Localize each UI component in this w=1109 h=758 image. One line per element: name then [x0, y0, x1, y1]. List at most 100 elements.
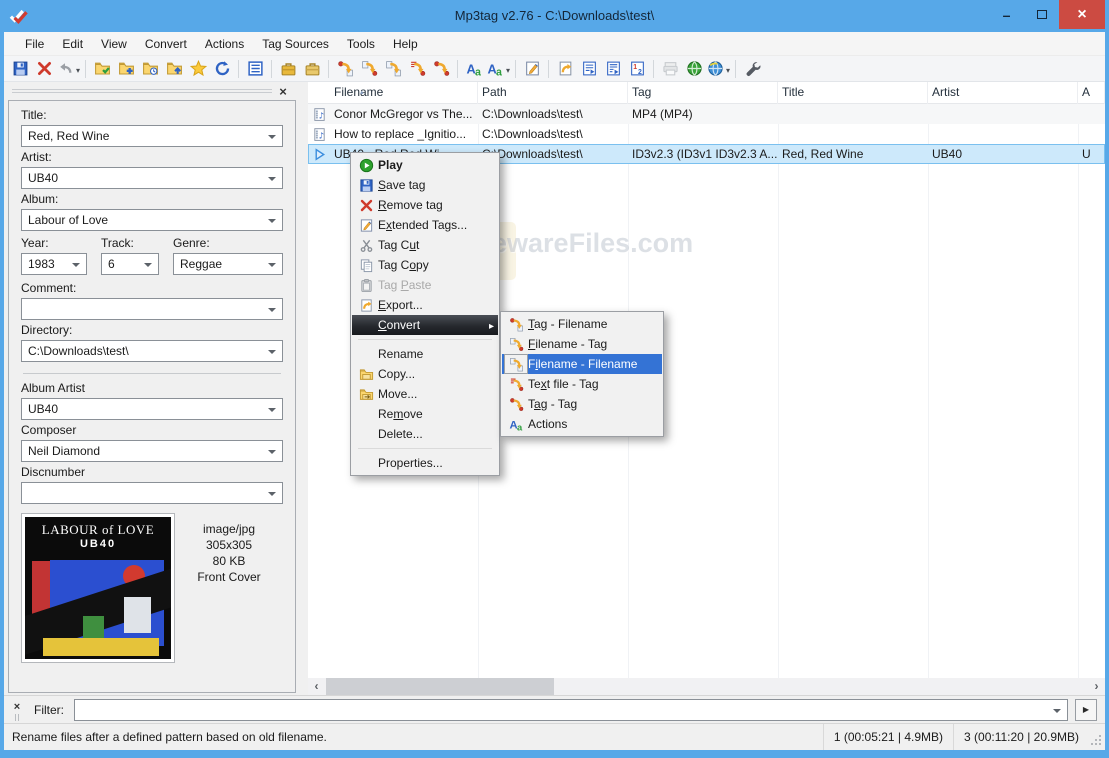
menu-tools[interactable]: Tools	[338, 33, 384, 55]
export-button[interactable]	[553, 58, 577, 80]
context-menu-item-move[interactable]: Move...	[352, 384, 498, 404]
menu-item-spacer	[354, 345, 378, 363]
folder-add-button[interactable]	[114, 58, 138, 80]
options-wrench-button[interactable]	[740, 58, 764, 80]
briefcase2-button[interactable]	[300, 58, 324, 80]
panel-close-button[interactable]	[276, 84, 290, 98]
column-header-tag[interactable]: Tag	[628, 82, 778, 104]
composer-combo[interactable]: Neil Diamond	[21, 440, 283, 462]
context-menu-item-convert[interactable]: Convert	[352, 315, 498, 335]
context-menu-item-remove-tag[interactable]: Remove tag	[352, 195, 498, 215]
column-header-path[interactable]: Path	[478, 82, 628, 104]
playlist-all-button[interactable]	[601, 58, 625, 80]
extended-tags-button[interactable]	[520, 58, 544, 80]
cell-title	[778, 124, 928, 144]
scrollbar-thumb[interactable]	[326, 678, 554, 695]
submenu-item-tag-tag[interactable]: Tag - Tag	[502, 394, 662, 414]
album-art[interactable]: LABOUR of LOVE UB40	[21, 513, 175, 663]
year-combo[interactable]: 1983	[21, 253, 87, 275]
context-menu-item-rename[interactable]: Rename	[352, 344, 498, 364]
autonumber-button[interactable]: 12	[625, 58, 649, 80]
title-combo[interactable]: Red, Red Wine	[21, 125, 283, 147]
actions-button[interactable]: Aa	[462, 58, 486, 80]
context-menu-item-save-tag[interactable]: Save tag	[352, 175, 498, 195]
minimize-button[interactable]	[989, 0, 1024, 29]
folder-up-button[interactable]	[162, 58, 186, 80]
submenu-item-filename-filename[interactable]: Filename - Filename	[502, 354, 662, 374]
context-menu-item-remove[interactable]: Remove	[352, 404, 498, 424]
convert-tag-tag-icon	[504, 395, 528, 413]
convert-filename-tag-button[interactable]	[357, 58, 381, 80]
menu-convert[interactable]: Convert	[136, 33, 196, 55]
context-menu-item-export[interactable]: Export...	[352, 295, 498, 315]
resize-grip[interactable]	[1089, 724, 1105, 750]
undo-button[interactable]	[56, 58, 81, 80]
artist-combo[interactable]: UB40	[21, 167, 283, 189]
close-button[interactable]	[1059, 0, 1105, 29]
menu-actions[interactable]: Actions	[196, 33, 253, 55]
remove-tag-button[interactable]	[32, 58, 56, 80]
filter-close-button[interactable]	[14, 699, 20, 713]
submenu-item-filename-tag[interactable]: Filename - Tag	[502, 334, 662, 354]
table-row[interactable]: ♪How to replace _Ignitio...C:\Downloads\…	[308, 124, 1105, 144]
dropdown-caret-icon[interactable]	[76, 62, 80, 76]
comment-combo[interactable]	[21, 298, 283, 320]
folder-check-button[interactable]	[90, 58, 114, 80]
album-combo[interactable]: Labour of Love	[21, 209, 283, 231]
horizontal-scrollbar[interactable]	[308, 678, 1105, 695]
column-header-title[interactable]: Title	[778, 82, 928, 104]
submenu-item-actions[interactable]: AaActions	[502, 414, 662, 434]
table-row[interactable]: ♪Conor McGregor vs The...C:\Downloads\te…	[308, 104, 1105, 124]
context-menu-item-extended-tags[interactable]: Extended Tags...	[352, 215, 498, 235]
context-menu-item-copy[interactable]: Copy...	[352, 364, 498, 384]
context-menu-item-delete[interactable]: Delete...	[352, 424, 498, 444]
dropdown-caret-icon[interactable]	[506, 62, 510, 76]
menu-tag-sources[interactable]: Tag Sources	[253, 33, 338, 55]
tag-panel-grip[interactable]	[6, 85, 298, 98]
field-year: Year:1983	[21, 234, 87, 275]
context-menu-item-tag-copy[interactable]: Tag Copy	[352, 255, 498, 275]
convert-tag-tag-button[interactable]	[429, 58, 453, 80]
convert-tag-filename-button[interactable]	[333, 58, 357, 80]
tag-panel-button[interactable]	[243, 58, 267, 80]
filter-input[interactable]	[74, 699, 1068, 721]
save-button[interactable]	[8, 58, 32, 80]
briefcase-button[interactable]	[276, 58, 300, 80]
playlist-button[interactable]	[577, 58, 601, 80]
menu-view[interactable]: View	[92, 33, 136, 55]
context-menu-item-properties[interactable]: Properties...	[352, 453, 498, 473]
folder-recent-button[interactable]	[138, 58, 162, 80]
menu-file[interactable]: File	[16, 33, 53, 55]
playlist-icon	[581, 60, 598, 77]
dropdown-caret-icon[interactable]	[726, 62, 730, 76]
menu-help[interactable]: Help	[384, 33, 427, 55]
submenu-item-text-file-tag[interactable]: Text file - Tag	[502, 374, 662, 394]
context-menu-item-play[interactable]: Play	[352, 155, 498, 175]
convert-textfile-tag-button[interactable]	[405, 58, 429, 80]
actions-quick-button[interactable]: Aa	[486, 58, 511, 80]
scroll-left-arrow-icon[interactable]	[308, 678, 325, 695]
web-button[interactable]	[682, 58, 706, 80]
filter-apply-button[interactable]	[1075, 699, 1097, 721]
directory-combo[interactable]: C:\Downloads\test\	[21, 340, 283, 362]
track-combo[interactable]: 6	[101, 253, 159, 275]
scroll-right-arrow-icon[interactable]	[1088, 678, 1105, 695]
menu-edit[interactable]: Edit	[53, 33, 92, 55]
refresh-button[interactable]	[210, 58, 234, 80]
context-menu-item-tag-cut[interactable]: Tag Cut	[352, 235, 498, 255]
maximize-button[interactable]	[1024, 0, 1059, 29]
submenu-item-tag-filename[interactable]: Tag - Filename	[502, 314, 662, 334]
discnumber-combo[interactable]	[21, 482, 283, 504]
folder-check-icon	[94, 60, 111, 77]
web-sources-button[interactable]	[706, 58, 731, 80]
column-header-a[interactable]: A	[1078, 82, 1105, 104]
cell-artist: UB40	[928, 144, 1078, 164]
column-header-label: Path	[482, 85, 507, 99]
column-header-filename[interactable]: Filename	[308, 82, 478, 104]
menu-item-label: Move...	[378, 387, 496, 401]
genre-combo[interactable]: Reggae	[173, 253, 283, 275]
favorites-star-button[interactable]	[186, 58, 210, 80]
convert-filename-filename-button[interactable]	[381, 58, 405, 80]
column-header-artist[interactable]: Artist	[928, 82, 1078, 104]
album-artist-combo[interactable]: UB40	[21, 398, 283, 420]
